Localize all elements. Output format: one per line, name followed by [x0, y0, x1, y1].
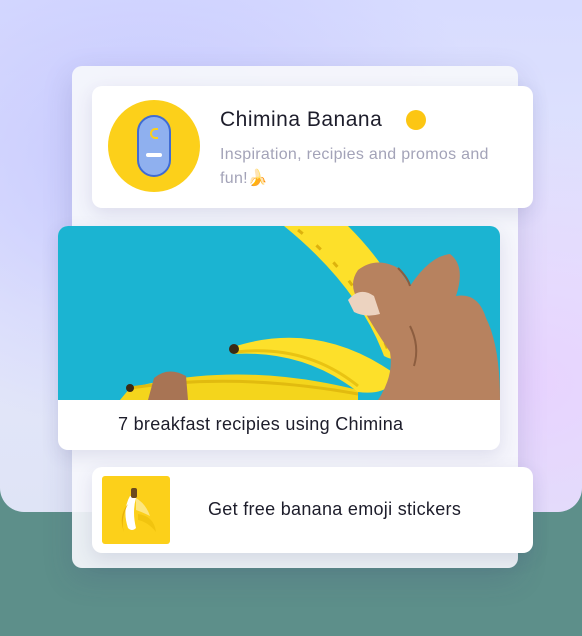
- profile-name: Chimina Banana: [220, 108, 383, 131]
- profile-bio: Inspiration, recipies and promos and fun…: [220, 146, 489, 187]
- verified-badge-icon: [406, 110, 426, 130]
- peeled-banana-icon: [102, 476, 170, 544]
- post-title: 7 breakfast recipies using Chimina: [118, 414, 404, 434]
- avatar[interactable]: [108, 100, 200, 192]
- sticker-promo-card[interactable]: Get free banana emoji stickers: [92, 467, 533, 553]
- hand-holding-bananas-photo: [58, 226, 500, 400]
- banana-pill-logo-icon: [137, 115, 171, 177]
- profile-card[interactable]: Chimina Banana Inspiration, recipies and…: [92, 86, 533, 208]
- recipe-post-card[interactable]: 7 breakfast recipies using Chimina: [58, 226, 500, 450]
- sticker-promo-label: Get free banana emoji stickers: [208, 499, 462, 519]
